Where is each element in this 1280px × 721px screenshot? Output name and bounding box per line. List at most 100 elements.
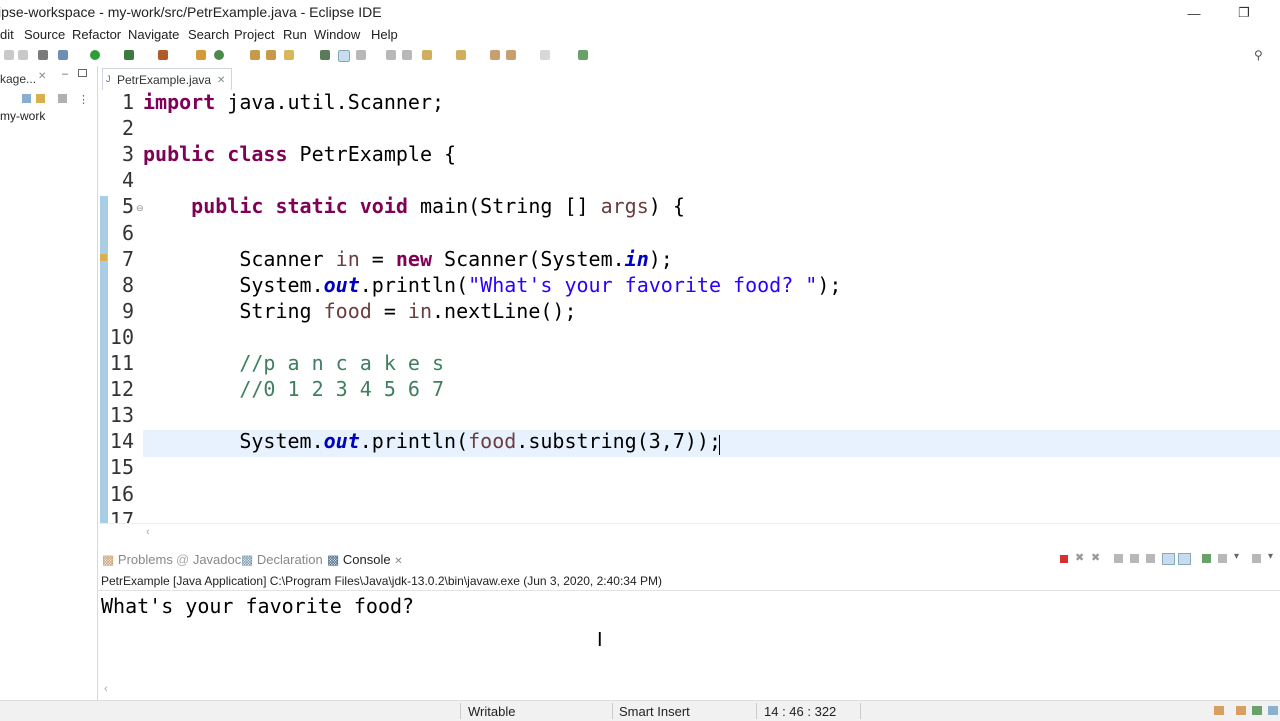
link-editor-icon[interactable] [36,94,45,103]
menu-bar: dit Source Refactor Navigate Search Proj… [0,26,1280,46]
remove-launch-icon[interactable]: ✖ [1075,551,1084,564]
close-icon[interactable]: ✕ [38,71,46,82]
minimize-view-icon[interactable]: – [62,68,68,80]
pin-editor-icon[interactable] [578,50,588,60]
minimize-icon[interactable]: — [1171,0,1217,26]
package-explorer-panel: kage... ✕ – ⋮ my-work [0,66,98,700]
console-header: PetrExample [Java Application] C:\Progra… [98,572,1280,591]
code-line[interactable]: import java.util.Scanner; [143,90,444,114]
scroll-lock-icon[interactable] [1130,554,1139,563]
next-annotation-icon[interactable] [422,50,432,60]
debug-icon[interactable] [58,50,68,60]
tab-label: PetrExample.java [117,73,212,87]
tab-petrexample-java[interactable]: J PetrExample.java ✕ [102,68,233,91]
show-on-output-icon[interactable] [1162,553,1175,565]
last-edit-location-icon[interactable] [490,50,500,60]
console-output[interactable]: What's your favorite food? I [98,591,1280,681]
forward-icon[interactable] [540,50,550,60]
code-line[interactable]: //0 1 2 3 4 5 6 7 [143,377,444,401]
save-icon[interactable] [4,50,14,60]
menu-refactor[interactable]: Refactor [72,27,121,42]
console-horizontal-scrollbar[interactable]: ‹ [98,683,1280,699]
tray-icon[interactable] [1268,706,1278,715]
remove-all-launches-icon[interactable]: ✖ [1091,551,1100,564]
line-number: 13 [109,403,134,428]
maximize-view-icon[interactable] [78,69,87,77]
annotation-icon[interactable] [320,50,330,60]
menu-source[interactable]: Source [24,27,65,42]
chevron-down-icon[interactable]: ▾ [1268,551,1273,562]
package-explorer-tab[interactable]: kage... [0,72,36,86]
search-tool-icon[interactable] [284,50,294,60]
tab-declaration[interactable]: ▩ Declaration [241,552,323,568]
launch-description: PetrExample [Java Application] C:\Progra… [101,574,662,588]
previous-annotation-icon[interactable] [456,50,466,60]
display-console-icon[interactable] [1218,554,1227,563]
fold-icon[interactable]: ⊖ [136,203,144,214]
block-selection-icon[interactable] [386,50,396,60]
menu-run[interactable]: Run [283,27,307,42]
menu-window[interactable]: Window [314,27,360,42]
tab-problems[interactable]: ▩ Problems [102,552,173,568]
code-line[interactable]: System.out.println(food.substring(3,7)); [143,429,721,453]
project-my-work[interactable]: my-work [0,109,45,123]
show-whitespace-icon[interactable] [402,50,412,60]
code-editor[interactable]: 1 import java.util.Scanner; 2 3 public class… [98,90,1280,523]
view-menu-icon[interactable]: ⋮ [78,93,89,106]
code-line[interactable]: Scanner in = new Scanner(System.in); [143,247,673,271]
clear-console-icon[interactable] [1114,554,1123,563]
chevron-down-icon[interactable]: ▾ [1234,551,1239,562]
code-line[interactable]: //p a n c a k e s [143,351,444,375]
word-wrap-icon[interactable] [356,50,366,60]
line-number: 14 [109,429,134,454]
new-class-icon[interactable] [214,50,224,60]
pin-console-icon[interactable] [1202,554,1211,563]
open-type-icon[interactable] [250,50,260,60]
code-line[interactable]: String food = in.nextLine(); [143,299,576,323]
window-title: ipse-workspace - my-work/src/PetrExample… [0,4,382,20]
tray-icon[interactable] [1236,706,1246,715]
tab-javadoc[interactable]: @ Javadoc [176,552,241,567]
line-number: 8 [121,272,134,297]
editor-horizontal-scrollbar[interactable]: ‹ [98,523,1280,542]
external-tools-icon[interactable] [158,50,168,60]
menu-search[interactable]: Search [188,27,229,42]
coverage-icon[interactable] [124,50,134,60]
open-console-icon[interactable] [1252,554,1261,563]
restore-icon[interactable]: ❐ [1221,0,1267,26]
close-icon: ✕ [394,556,403,567]
scroll-left-icon[interactable]: ‹ [104,683,108,695]
open-task-icon[interactable] [266,50,276,60]
filter-icon[interactable] [58,94,67,103]
tab-console[interactable]: ▩ Console ✕ [327,552,403,568]
title-bar: ipse-workspace - my-work/src/PetrExample… [0,0,1280,26]
menu-navigate[interactable]: Navigate [128,27,179,42]
line-number: 3 [121,142,134,167]
line-number: 7 [121,246,134,271]
collapse-all-icon[interactable] [22,94,31,103]
change-ruler [100,196,108,523]
skip-breakpoints-icon[interactable] [38,50,48,60]
terminate-icon[interactable] [1060,555,1068,563]
close-icon[interactable]: ✕ [217,75,225,86]
line-number: 6 [121,220,134,245]
save-all-icon[interactable] [18,50,28,60]
scroll-left-icon[interactable]: ‹ [146,526,150,538]
search-icon[interactable]: ⚲ [1254,48,1263,62]
run-icon[interactable] [90,50,100,60]
back-icon[interactable] [506,50,516,60]
menu-project[interactable]: Project [234,27,274,42]
warning-icon[interactable] [100,254,107,261]
code-line[interactable]: System.out.println("What's your favorite… [143,273,841,297]
tray-icon[interactable] [1214,706,1224,715]
toggle-mark-occurrences-icon[interactable] [338,50,350,62]
word-wrap-console-icon[interactable] [1146,554,1155,563]
menu-edit[interactable]: dit [0,27,14,42]
java-file-icon: J [106,74,111,84]
code-line[interactable]: public class PetrExample { [143,142,456,166]
new-java-project-icon[interactable] [196,50,206,60]
show-on-error-icon[interactable] [1178,553,1191,565]
tray-icon[interactable] [1252,706,1262,715]
menu-help[interactable]: Help [371,27,398,42]
code-line[interactable]: public static void main(String [] args) … [143,194,685,218]
